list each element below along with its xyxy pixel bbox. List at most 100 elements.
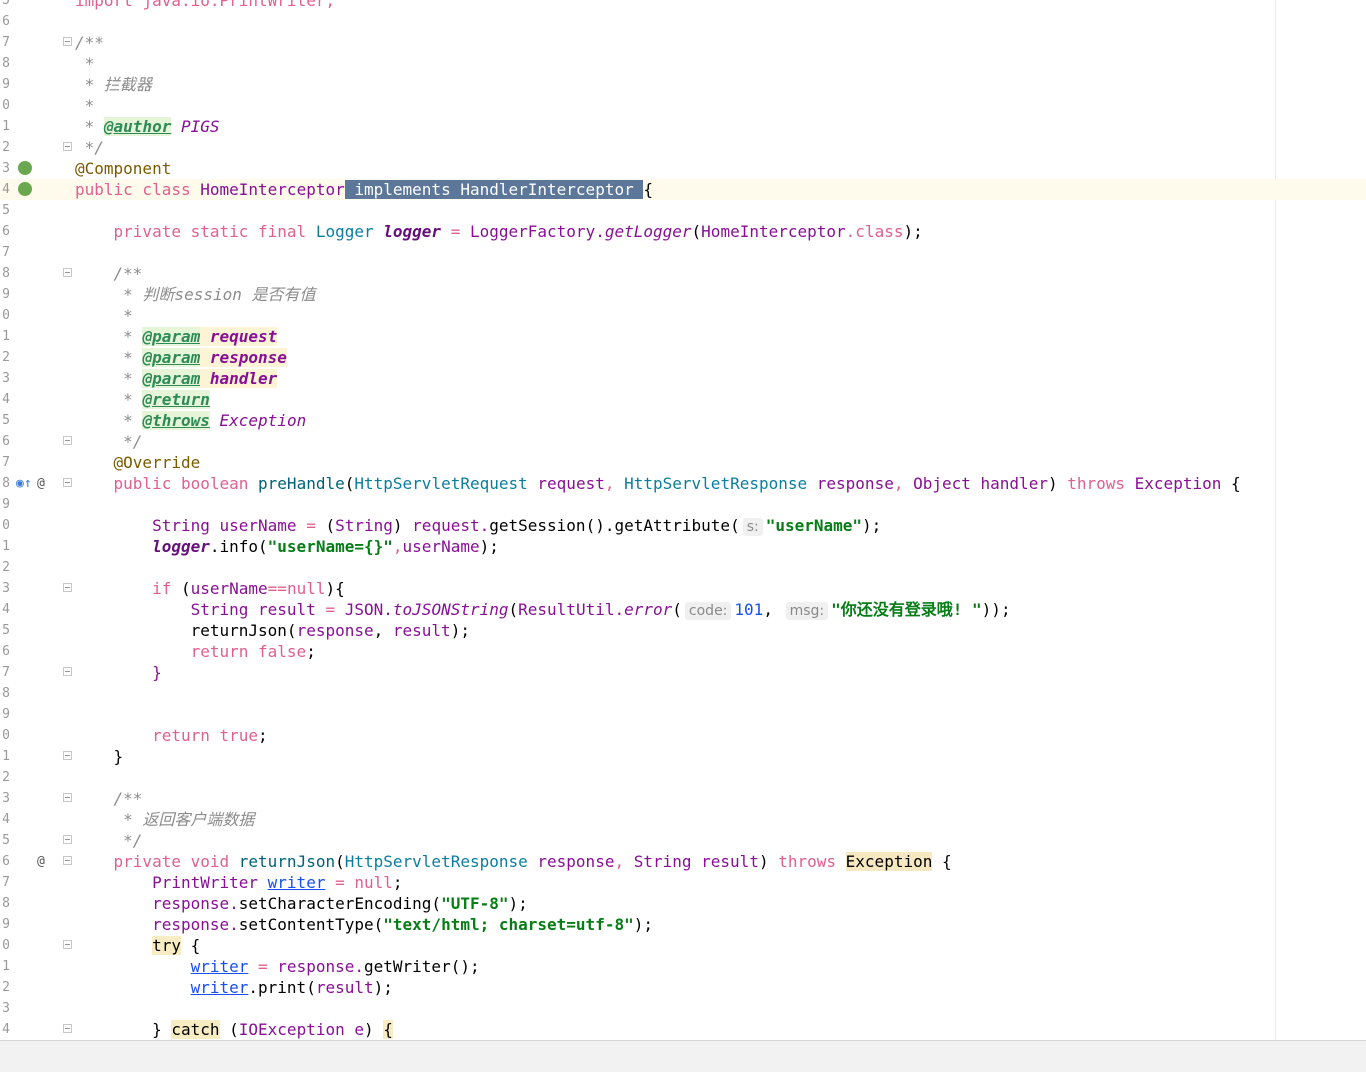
- line-number[interactable]: 7: [0, 452, 10, 473]
- code-line[interactable]: 1 logger.info("userName={}",userName);: [0, 536, 1366, 557]
- line-number[interactable]: 1: [0, 746, 10, 767]
- code-text[interactable]: * @param handler: [75, 368, 278, 389]
- code-text[interactable]: String userName = (String) request.getSe…: [75, 515, 881, 536]
- code-line[interactable]: 8 /**: [0, 263, 1366, 284]
- line-number[interactable]: 2: [0, 977, 10, 998]
- line-number[interactable]: 1: [0, 326, 10, 347]
- code-line[interactable]: 2 * @param response: [0, 347, 1366, 368]
- fold-marker-icon[interactable]: [63, 268, 72, 277]
- code-text[interactable]: }: [75, 746, 124, 767]
- code-line[interactable]: 4 } catch (IOException e) {: [0, 1019, 1366, 1040]
- line-number[interactable]: 8: [0, 263, 10, 284]
- code-line[interactable]: 5 */: [0, 830, 1366, 851]
- code-line[interactable]: 2: [0, 557, 1366, 578]
- line-number[interactable]: 9: [0, 914, 10, 935]
- code-text[interactable]: */: [75, 137, 104, 158]
- fold-marker-icon[interactable]: [63, 142, 72, 151]
- code-line[interactable]: 6: [0, 11, 1366, 32]
- line-number[interactable]: 9: [0, 494, 10, 515]
- override-icon[interactable]: ◉↑: [16, 475, 32, 492]
- code-text[interactable]: * 返回客户端数据: [75, 809, 254, 830]
- code-text[interactable]: /**: [75, 32, 104, 53]
- code-text[interactable]: * @author PIGS: [75, 116, 220, 137]
- code-line[interactable]: 2: [0, 767, 1366, 788]
- line-number[interactable]: 1: [0, 956, 10, 977]
- code-text[interactable]: public class HomeInterceptor implements …: [75, 179, 653, 200]
- line-number[interactable]: 1: [0, 116, 10, 137]
- code-line[interactable]: 3 * @param handler: [0, 368, 1366, 389]
- code-text[interactable]: *: [75, 95, 95, 116]
- code-text[interactable]: import java.io.PrintWriter;: [75, 0, 335, 11]
- line-number[interactable]: 2: [0, 767, 10, 788]
- line-number[interactable]: 5: [0, 410, 10, 431]
- fold-marker-icon[interactable]: [63, 793, 72, 802]
- code-text[interactable]: logger.info("userName={}",userName);: [75, 536, 499, 557]
- code-text[interactable]: writer.print(result);: [75, 977, 393, 998]
- code-line[interactable]: 7 }: [0, 662, 1366, 683]
- code-line[interactable]: 6 */: [0, 431, 1366, 452]
- bean-icon[interactable]: [18, 161, 32, 175]
- code-text[interactable]: */: [75, 431, 142, 452]
- line-number[interactable]: 6: [0, 851, 10, 872]
- code-line[interactable]: 9: [0, 704, 1366, 725]
- fold-marker-icon[interactable]: [63, 37, 72, 46]
- fold-marker-icon[interactable]: [63, 436, 72, 445]
- fold-marker-icon[interactable]: [63, 940, 72, 949]
- code-text[interactable]: */: [75, 830, 142, 851]
- line-number[interactable]: 1: [0, 536, 10, 557]
- line-number[interactable]: 7: [0, 872, 10, 893]
- code-text[interactable]: } catch (IOException e) {: [75, 1019, 393, 1040]
- code-text[interactable]: /**: [75, 263, 143, 284]
- fold-marker-icon[interactable]: [63, 478, 72, 487]
- line-number[interactable]: 5: [0, 200, 10, 221]
- code-text[interactable]: /**: [75, 788, 143, 809]
- code-line[interactable]: 4 String result = JSON.toJSONString(Resu…: [0, 599, 1366, 620]
- code-text[interactable]: * 判断session 是否有值: [75, 284, 315, 305]
- line-number[interactable]: 7: [0, 242, 10, 263]
- code-line[interactable]: 0 return true;: [0, 725, 1366, 746]
- code-line[interactable]: 7: [0, 242, 1366, 263]
- code-text[interactable]: @Component: [75, 158, 171, 179]
- code-text[interactable]: response.setContentType("text/html; char…: [75, 914, 653, 935]
- code-text[interactable]: private void returnJson(HttpServletRespo…: [75, 851, 952, 872]
- code-line[interactable]: 2 */: [0, 137, 1366, 158]
- line-number[interactable]: 0: [0, 95, 10, 116]
- code-line[interactable]: 9 * 判断session 是否有值: [0, 284, 1366, 305]
- line-number[interactable]: 6: [0, 431, 10, 452]
- line-number[interactable]: 0: [0, 725, 10, 746]
- line-number[interactable]: 7: [0, 32, 10, 53]
- code-text[interactable]: * @param request: [75, 326, 278, 347]
- line-number[interactable]: 0: [0, 515, 10, 536]
- code-line[interactable]: 1 }: [0, 746, 1366, 767]
- line-number[interactable]: 3: [0, 998, 10, 1019]
- code-line[interactable]: 4 public class HomeInterceptor implements…: [0, 179, 1366, 200]
- line-number[interactable]: 4: [0, 599, 10, 620]
- code-line[interactable]: 3: [0, 998, 1366, 1019]
- line-number[interactable]: 6: [0, 641, 10, 662]
- line-number[interactable]: 3: [0, 788, 10, 809]
- code-editor[interactable]: 5 import java.io.PrintWriter; 6 7/** 8 * 9 * …: [0, 0, 1366, 1040]
- code-line[interactable]: 0 String userName = (String) request.get…: [0, 515, 1366, 536]
- line-number[interactable]: 2: [0, 347, 10, 368]
- code-line[interactable]: 1 * @author PIGS: [0, 116, 1366, 137]
- code-line[interactable]: 1 * @param request: [0, 326, 1366, 347]
- code-line[interactable]: 5 import java.io.PrintWriter;: [0, 0, 1366, 11]
- line-number[interactable]: 9: [0, 704, 10, 725]
- code-line[interactable]: 3 /**: [0, 788, 1366, 809]
- line-number[interactable]: 8: [0, 473, 10, 494]
- line-number[interactable]: 0: [0, 305, 10, 326]
- code-text[interactable]: }: [75, 662, 162, 683]
- line-number[interactable]: 3: [0, 578, 10, 599]
- code-line[interactable]: 9 response.setContentType("text/html; ch…: [0, 914, 1366, 935]
- code-line[interactable]: 6 return false;: [0, 641, 1366, 662]
- code-text[interactable]: * 拦截器: [75, 74, 152, 95]
- annotation-marker-icon[interactable]: @: [37, 475, 45, 492]
- fold-marker-icon[interactable]: [63, 1024, 72, 1033]
- code-text[interactable]: PrintWriter writer = null;: [75, 872, 402, 893]
- code-line[interactable]: 1 writer = response.getWriter();: [0, 956, 1366, 977]
- code-text[interactable]: response.setCharacterEncoding("UTF-8");: [75, 893, 528, 914]
- code-text[interactable]: return true;: [75, 725, 268, 746]
- fold-marker-icon[interactable]: [63, 856, 72, 865]
- code-text[interactable]: public boolean preHandle(HttpServletRequ…: [75, 473, 1241, 494]
- code-text[interactable]: * @throws Exception: [75, 410, 306, 431]
